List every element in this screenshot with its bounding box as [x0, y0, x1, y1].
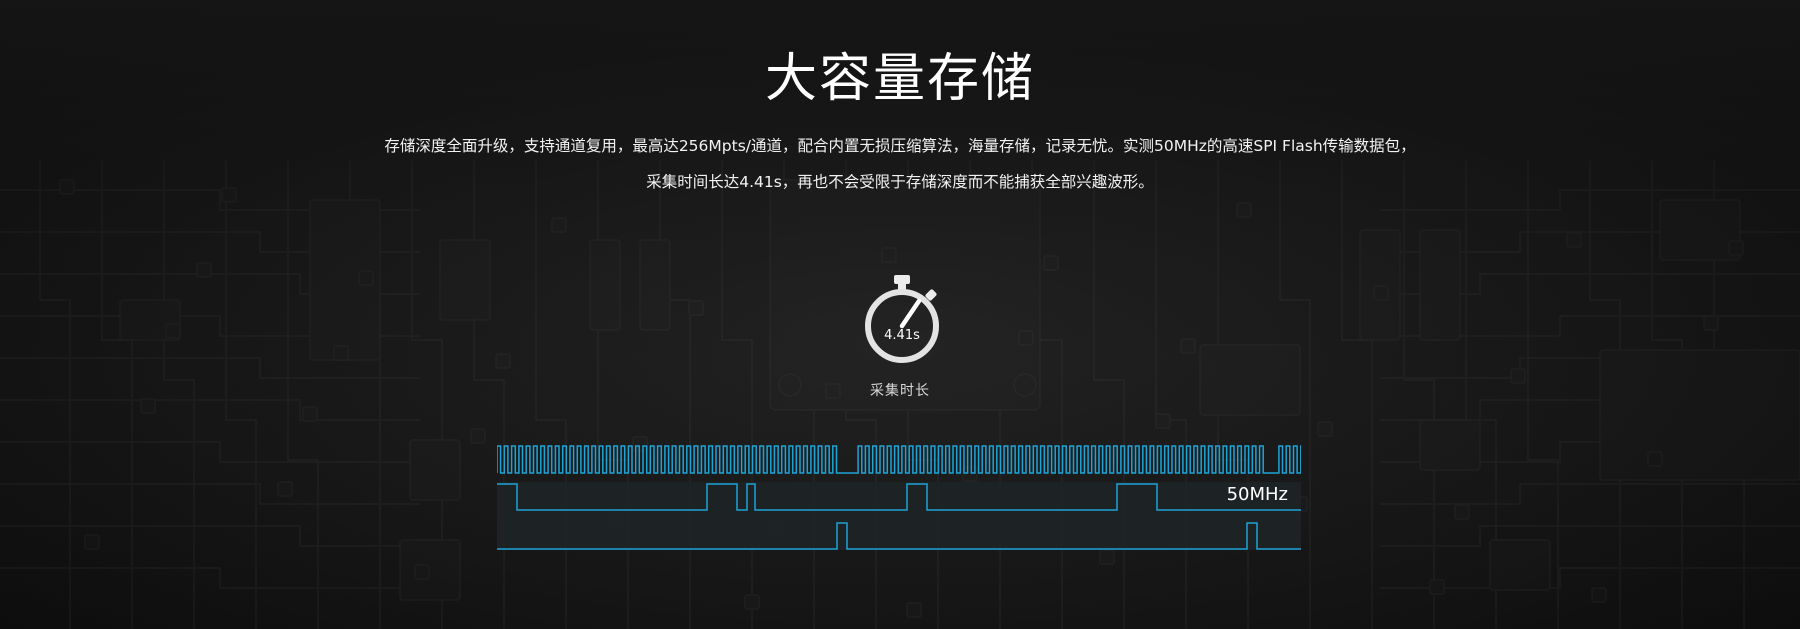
- timer-label: 采集时长: [870, 383, 930, 399]
- timer-value: 4.41s: [884, 328, 920, 343]
- storage-feature-section: 大容量存储 存储深度全面升级，支持通道复用，最高达256Mpts/通道，配合内置…: [0, 0, 1800, 629]
- description-line-2: 采集时间长达4.41s，再也不会受限于存储深度而不能捕获全部兴趣波形。: [646, 173, 1154, 191]
- section-description: 存储深度全面升级，支持通道复用，最高达256Mpts/通道，配合内置无损压缩算法…: [0, 128, 1800, 200]
- description-line-1: 存储深度全面升级，支持通道复用，最高达256Mpts/通道，配合内置无损压缩算法…: [384, 137, 1416, 155]
- stopwatch-icon: 4.41s: [860, 270, 944, 366]
- spi-waveform: [497, 445, 1301, 550]
- frequency-label: 50MHz: [1226, 484, 1288, 505]
- section-title: 大容量存储: [764, 49, 1035, 109]
